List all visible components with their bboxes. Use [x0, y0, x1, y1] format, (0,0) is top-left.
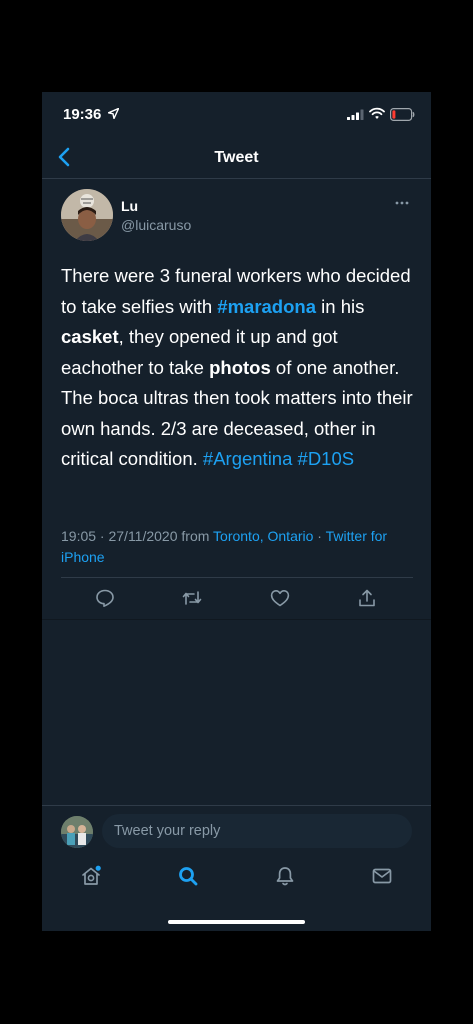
battery-low-icon	[390, 108, 415, 121]
tweet-meta: 19:05 · 27/11/2020 from Toronto, Ontario…	[61, 526, 413, 568]
author-handle[interactable]: @luicaruso	[121, 217, 191, 233]
more-options-icon[interactable]	[394, 200, 410, 206]
author-name[interactable]: Lu	[121, 198, 138, 214]
avatar-image	[61, 189, 113, 241]
like-icon[interactable]	[270, 588, 290, 608]
replies-area	[42, 620, 431, 805]
status-time: 19:36	[63, 106, 102, 123]
notifications-tab-icon[interactable]	[274, 865, 296, 887]
home-indicator	[168, 920, 305, 924]
user-avatar[interactable]	[61, 816, 93, 848]
tweet-location-link[interactable]: Toronto, Ontario	[213, 528, 313, 544]
tweet-actions	[42, 579, 431, 619]
reply-bar: Tweet your reply	[42, 805, 431, 853]
tweet-datetime: 19:05 · 27/11/2020 from	[61, 528, 214, 544]
tab-bar	[42, 852, 431, 931]
tweet-text-bold: casket	[61, 326, 119, 347]
home-tab-icon[interactable]	[80, 865, 102, 887]
reply-placeholder: Tweet your reply	[114, 823, 221, 839]
page-title: Tweet	[214, 149, 259, 166]
hashtag-d10s[interactable]: #D10S	[298, 448, 355, 469]
meta-separator: ·	[313, 528, 326, 544]
wifi-icon	[369, 107, 385, 119]
user-avatar-image	[61, 816, 93, 848]
tweet-text: There were 3 funeral workers who decided…	[61, 261, 413, 475]
nav-header: Tweet	[42, 137, 431, 179]
tweet-text-bold: photos	[209, 356, 271, 378]
phone-screen: 19:36 Tweet Lu @luicaruso There were 3 f…	[42, 92, 431, 931]
cellular-signal-icon	[347, 109, 364, 120]
status-bar: 19:36	[42, 92, 431, 137]
reply-icon[interactable]	[95, 588, 115, 608]
location-arrow-icon	[108, 108, 119, 119]
divider	[61, 577, 413, 578]
share-icon[interactable]	[357, 588, 377, 608]
author-avatar[interactable]	[61, 189, 113, 241]
messages-tab-icon[interactable]	[371, 865, 393, 887]
hashtag-argentina[interactable]: #Argentina	[203, 448, 292, 469]
hashtag-maradona[interactable]: #maradona	[217, 296, 316, 317]
search-tab-icon[interactable]	[177, 865, 199, 887]
retweet-icon[interactable]	[182, 588, 202, 608]
tweet-text-part: in his	[316, 295, 365, 317]
